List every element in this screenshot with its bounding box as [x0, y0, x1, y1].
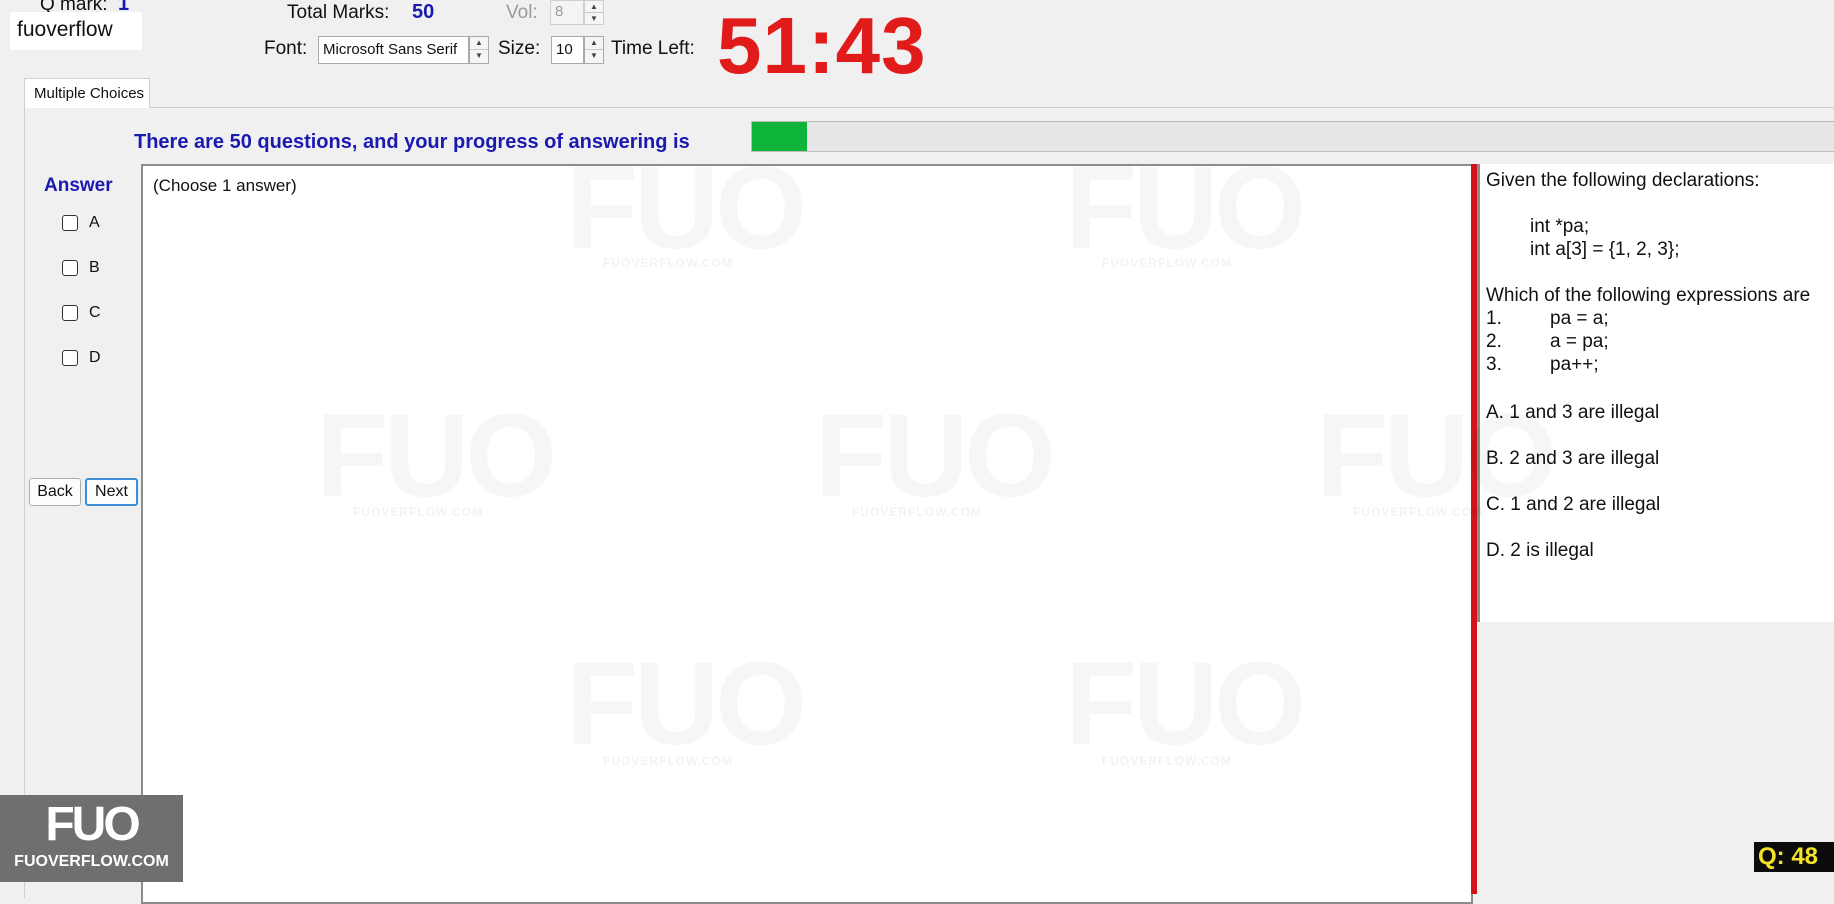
fuo-logo: FUO FUOVERFLOW.COM [0, 795, 183, 882]
vol-field: 8 [550, 0, 584, 25]
logo-url: FUOVERFLOW.COM [14, 853, 169, 870]
question-line: 2. [1486, 331, 1502, 352]
spin-up-icon[interactable]: ▲ [585, 37, 603, 50]
question-line: pa++; [1550, 354, 1599, 375]
checkbox-c[interactable] [62, 305, 78, 321]
font-label: Font: [264, 38, 308, 59]
font-select[interactable]: Microsoft Sans Serif [318, 36, 469, 64]
vol-label: Vol: [506, 2, 538, 23]
size-spinner[interactable]: ▲ ▼ [584, 36, 604, 64]
spin-up-icon[interactable]: ▲ [470, 37, 488, 50]
time-left-label: Time Left: [611, 38, 695, 59]
watermark-logo: FUO [815, 388, 1052, 524]
answer-title: Answer [44, 175, 113, 196]
font-spinner[interactable]: ▲ ▼ [469, 36, 489, 64]
spin-down-icon: ▼ [590, 13, 598, 23]
watermark-url: FUOVERFLOW.COM [1102, 256, 1232, 270]
checkbox-a[interactable] [62, 215, 78, 231]
back-button[interactable]: Back [29, 478, 81, 506]
option-b-label: B [89, 259, 100, 276]
watermark-url: FUOVERFLOW.COM [852, 505, 982, 519]
question-line: a = pa; [1550, 331, 1609, 352]
watermark-logo: FUO [566, 636, 803, 772]
next-button[interactable]: Next [85, 478, 138, 506]
watermark-logo: FUO [1316, 388, 1553, 524]
option-b[interactable]: B [62, 256, 100, 280]
watermark-logo: FUO [316, 388, 553, 524]
logo-mark: FUO [45, 798, 140, 851]
answer-hint: (Choose 1 answer) [153, 176, 297, 195]
watermark-url: FUOVERFLOW.COM [603, 256, 733, 270]
spin-down-icon[interactable]: ▼ [470, 50, 488, 63]
size-label: Size: [498, 38, 541, 59]
spin-up-icon: ▲ [585, 1, 603, 13]
brand-label: fuoverflow [10, 12, 142, 50]
vol-spinner: ▲ ▼ [584, 0, 604, 25]
option-d-label: D [89, 349, 101, 366]
question-number-badge: Q: 48 [1754, 842, 1834, 872]
watermark-url: FUOVERFLOW.COM [603, 754, 733, 768]
option-c-label: C [89, 304, 101, 321]
checkbox-b[interactable] [62, 260, 78, 276]
option-d[interactable]: D [62, 346, 101, 370]
question-line: int a[3] = {1, 2, 3}; [1530, 239, 1680, 260]
question-line: 1. [1486, 308, 1502, 329]
total-marks-label: Total Marks: [287, 2, 390, 23]
watermark-url: FUOVERFLOW.COM [1353, 505, 1483, 519]
spin-down-icon[interactable]: ▼ [585, 50, 603, 63]
question-line: Which of the following expressions are [1486, 285, 1811, 306]
tab-multiple-choices[interactable]: Multiple Choices [24, 78, 150, 108]
question-line: Given the following declarations: [1486, 170, 1760, 191]
watermark-url: FUOVERFLOW.COM [1102, 754, 1232, 768]
question-line: int *pa; [1530, 216, 1590, 237]
option-a-label: A [89, 214, 100, 231]
option-c[interactable]: C [62, 301, 101, 325]
total-marks-value: 50 [412, 1, 435, 23]
watermark-url: FUOVERFLOW.COM [353, 505, 483, 519]
countdown-timer: 51:43 [717, 1, 927, 90]
watermark-logo: FUO [1065, 636, 1302, 772]
question-line: 3. [1486, 354, 1502, 375]
checkbox-d[interactable] [62, 350, 78, 366]
size-field[interactable]: 10 [551, 36, 584, 64]
question-line: pa = a; [1550, 308, 1609, 329]
option-a[interactable]: A [62, 211, 100, 235]
question-choice: D. 2 is illegal [1486, 540, 1594, 561]
